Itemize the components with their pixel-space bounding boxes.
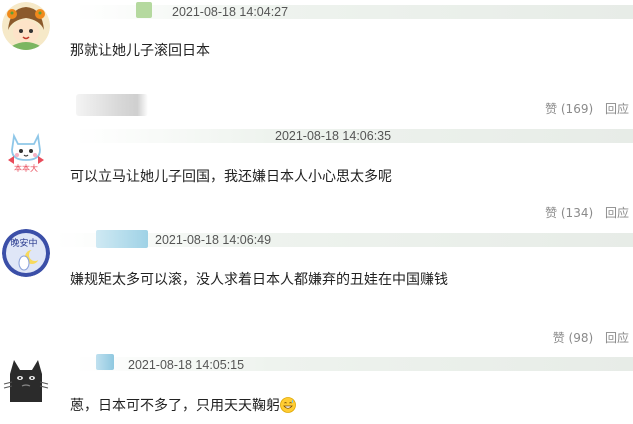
- comment-timestamp: 2021-08-18 14:04:27: [172, 5, 289, 19]
- avatar-girl[interactable]: [2, 2, 50, 50]
- username-bar: [76, 5, 633, 19]
- like-button[interactable]: 赞 (98): [553, 331, 593, 345]
- reply-button[interactable]: 回应: [605, 102, 629, 116]
- like-button[interactable]: 赞 (169): [545, 102, 593, 116]
- username-blur-accent: [136, 2, 152, 18]
- comment-text: 蒽，日本可不多了，只用天天鞠躬: [70, 395, 296, 415]
- username-blur: [76, 94, 148, 116]
- grinning-sweat-emoji-icon: [280, 397, 296, 413]
- username-blur-accent: [96, 354, 114, 370]
- avatar-cat[interactable]: 本本大: [2, 126, 50, 174]
- comment-timestamp: 2021-08-18 14:05:15: [128, 358, 245, 372]
- like-button[interactable]: 赞 (134): [545, 206, 593, 220]
- comment-actions: 赞 (134) 回应: [545, 204, 629, 221]
- reply-button[interactable]: 回应: [605, 331, 629, 345]
- comment-text: 嫌规矩太多可以滚，没人求着日本人都嫌弃的丑娃在中国赚钱: [70, 272, 448, 288]
- comment-text: 可以立马让她儿子回国，我还嫌日本人小心思太多呢: [70, 169, 392, 185]
- avatar-black-cat[interactable]: [2, 354, 50, 402]
- username-blur-accent: [96, 230, 148, 248]
- reply-button[interactable]: 回应: [605, 206, 629, 220]
- comment-timestamp: 2021-08-18 14:06:49: [155, 233, 272, 247]
- avatar-text: 晚安中: [10, 237, 37, 249]
- avatar-moon[interactable]: 晚安中: [2, 229, 50, 277]
- comment-actions: 赞 (98) 回应: [553, 329, 629, 346]
- comment-actions: 赞 (169) 回应: [545, 100, 629, 117]
- comment-text-body: 蒽，日本可不多了，只用天天鞠躬: [70, 398, 280, 414]
- avatar-text: 本本大: [14, 163, 38, 173]
- comment-timestamp: 2021-08-18 14:06:35: [275, 129, 392, 143]
- comment-text: 那就让她儿子滚回日本: [70, 43, 210, 59]
